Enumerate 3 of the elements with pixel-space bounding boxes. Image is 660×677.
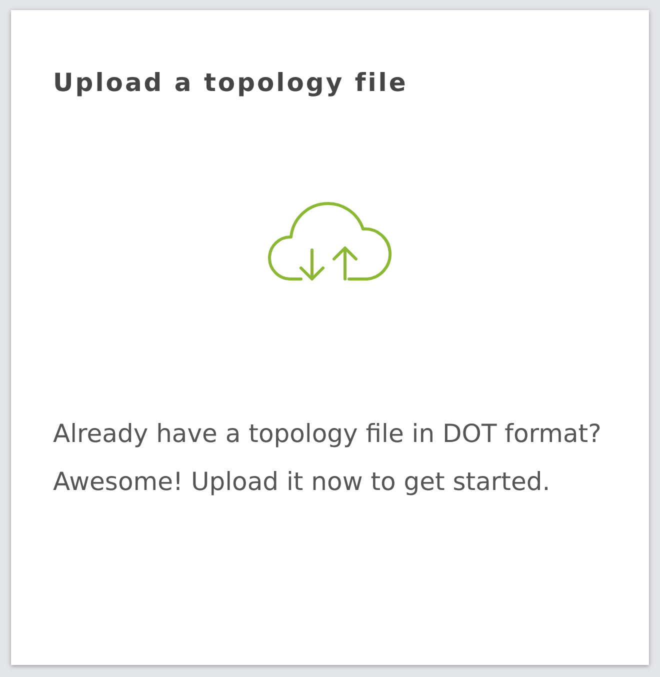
card-description: Already have a topology file in DOT format? Awesome! Upload it now to get started. [53, 418, 602, 498]
upload-card[interactable]: Upload a topology file Already have a topology file in DOT format? Awesome! Upload it now to get started. [11, 10, 649, 665]
card-title: Upload a topology file [53, 68, 409, 98]
